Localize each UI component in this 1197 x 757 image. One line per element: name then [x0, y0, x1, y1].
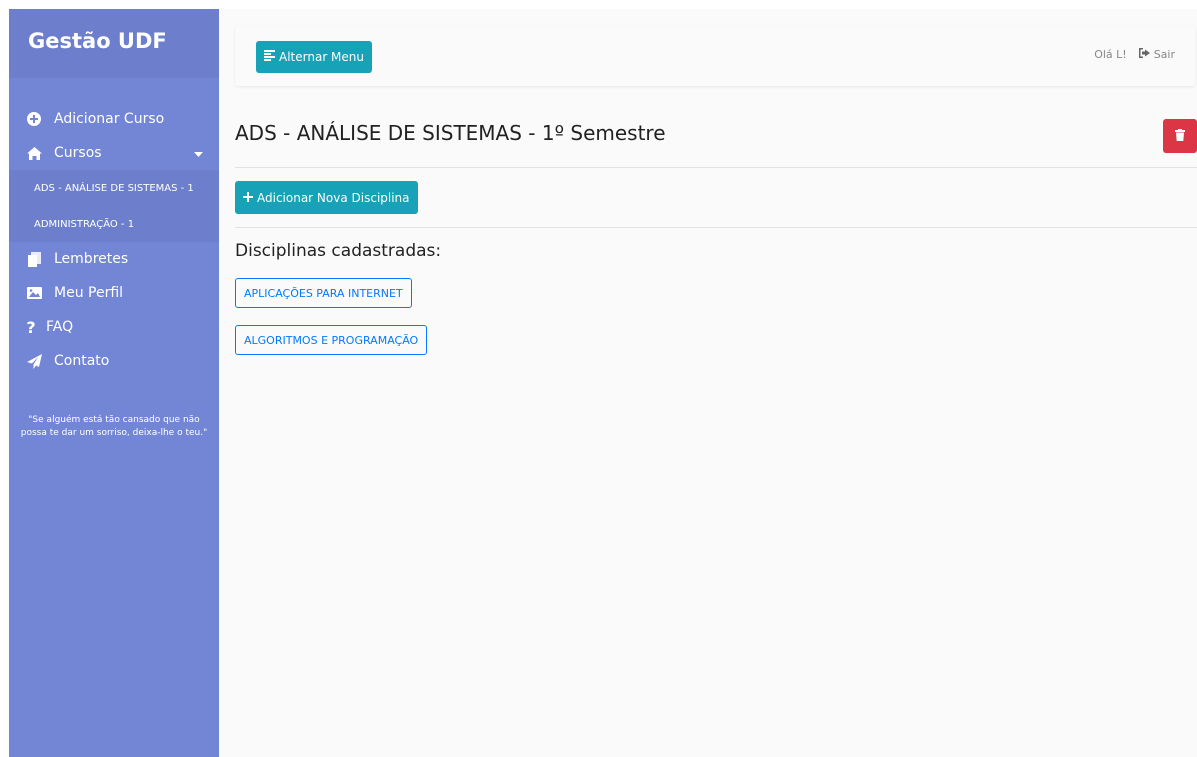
add-discipline-label: Adicionar Nova Disciplina [257, 190, 410, 205]
divider [235, 227, 1197, 228]
plus-icon [243, 191, 253, 205]
logout-label: Sair [1153, 48, 1175, 61]
section-subtitle: Disciplinas cadastradas: [235, 241, 442, 261]
brand-title: Gestão UDF [9, 9, 219, 78]
main-content: Alternar Menu Olá L! Sair ADS - ANÁLISE … [219, 9, 1197, 757]
discipline-button-algoritmos[interactable]: ALGORITMOS E PROGRAMAÇÃO [235, 325, 428, 355]
divider [235, 167, 1197, 168]
copy-icon [26, 251, 42, 267]
sidebar-quote: "Se alguém está tão cansado que não poss… [20, 415, 208, 438]
sidebar: Gestão UDF Adicionar Curso Cursos ADS - … [9, 9, 219, 757]
sidebar-item-label: Meu Perfil [54, 285, 124, 301]
sidebar-item-meu-perfil[interactable]: Meu Perfil [9, 276, 219, 310]
trash-icon [1175, 128, 1185, 144]
toggle-menu-button[interactable]: Alternar Menu [256, 41, 373, 73]
sidebar-course-administracao[interactable]: ADMINISTRAÇÃO - 1 [9, 206, 219, 242]
sidebar-item-label: FAQ [46, 319, 74, 335]
home-icon [26, 145, 42, 161]
sidebar-course-ads[interactable]: ADS - ANÁLISE DE SISTEMAS - 1 [9, 170, 219, 206]
question-icon: ? [26, 317, 36, 337]
caret-down-icon [194, 145, 203, 161]
align-left-icon [264, 50, 275, 64]
sidebar-item-label: Lembretes [54, 251, 129, 267]
paper-plane-icon [26, 353, 42, 369]
user-area: Olá L! Sair [1094, 48, 1175, 61]
sidebar-item-contato[interactable]: Contato [9, 344, 219, 378]
sidebar-item-adicionar-curso[interactable]: Adicionar Curso [9, 102, 219, 136]
sidebar-menu: Adicionar Curso Cursos ADS - ANÁLISE DE … [9, 102, 219, 440]
logout-link[interactable]: Sair [1138, 48, 1175, 61]
sign-out-icon [1138, 48, 1150, 61]
sidebar-item-label: Cursos [54, 145, 102, 161]
sidebar-item-label: Contato [54, 353, 110, 369]
sidebar-item-cursos[interactable]: Cursos [9, 136, 219, 170]
toggle-menu-label: Alternar Menu [279, 50, 365, 64]
courses-submenu: ADS - ANÁLISE DE SISTEMAS - 1 ADMINISTRA… [9, 170, 219, 242]
delete-course-button[interactable] [1163, 119, 1197, 153]
page-title: ADS - ANÁLISE DE SISTEMAS - 1º Semestre [235, 121, 666, 145]
topbar: Alternar Menu Olá L! Sair [235, 26, 1195, 86]
sidebar-item-label: Adicionar Curso [54, 111, 165, 127]
sidebar-item-faq[interactable]: ? FAQ [9, 310, 219, 344]
image-icon [26, 285, 42, 301]
plus-circle-icon [26, 111, 42, 127]
add-discipline-button[interactable]: Adicionar Nova Disciplina [235, 181, 418, 214]
discipline-button-aplicacoes[interactable]: APLICAÇÕES PARA INTERNET [235, 278, 412, 308]
greeting-text: Olá L! [1094, 48, 1127, 61]
sidebar-item-lembretes[interactable]: Lembretes [9, 242, 219, 276]
